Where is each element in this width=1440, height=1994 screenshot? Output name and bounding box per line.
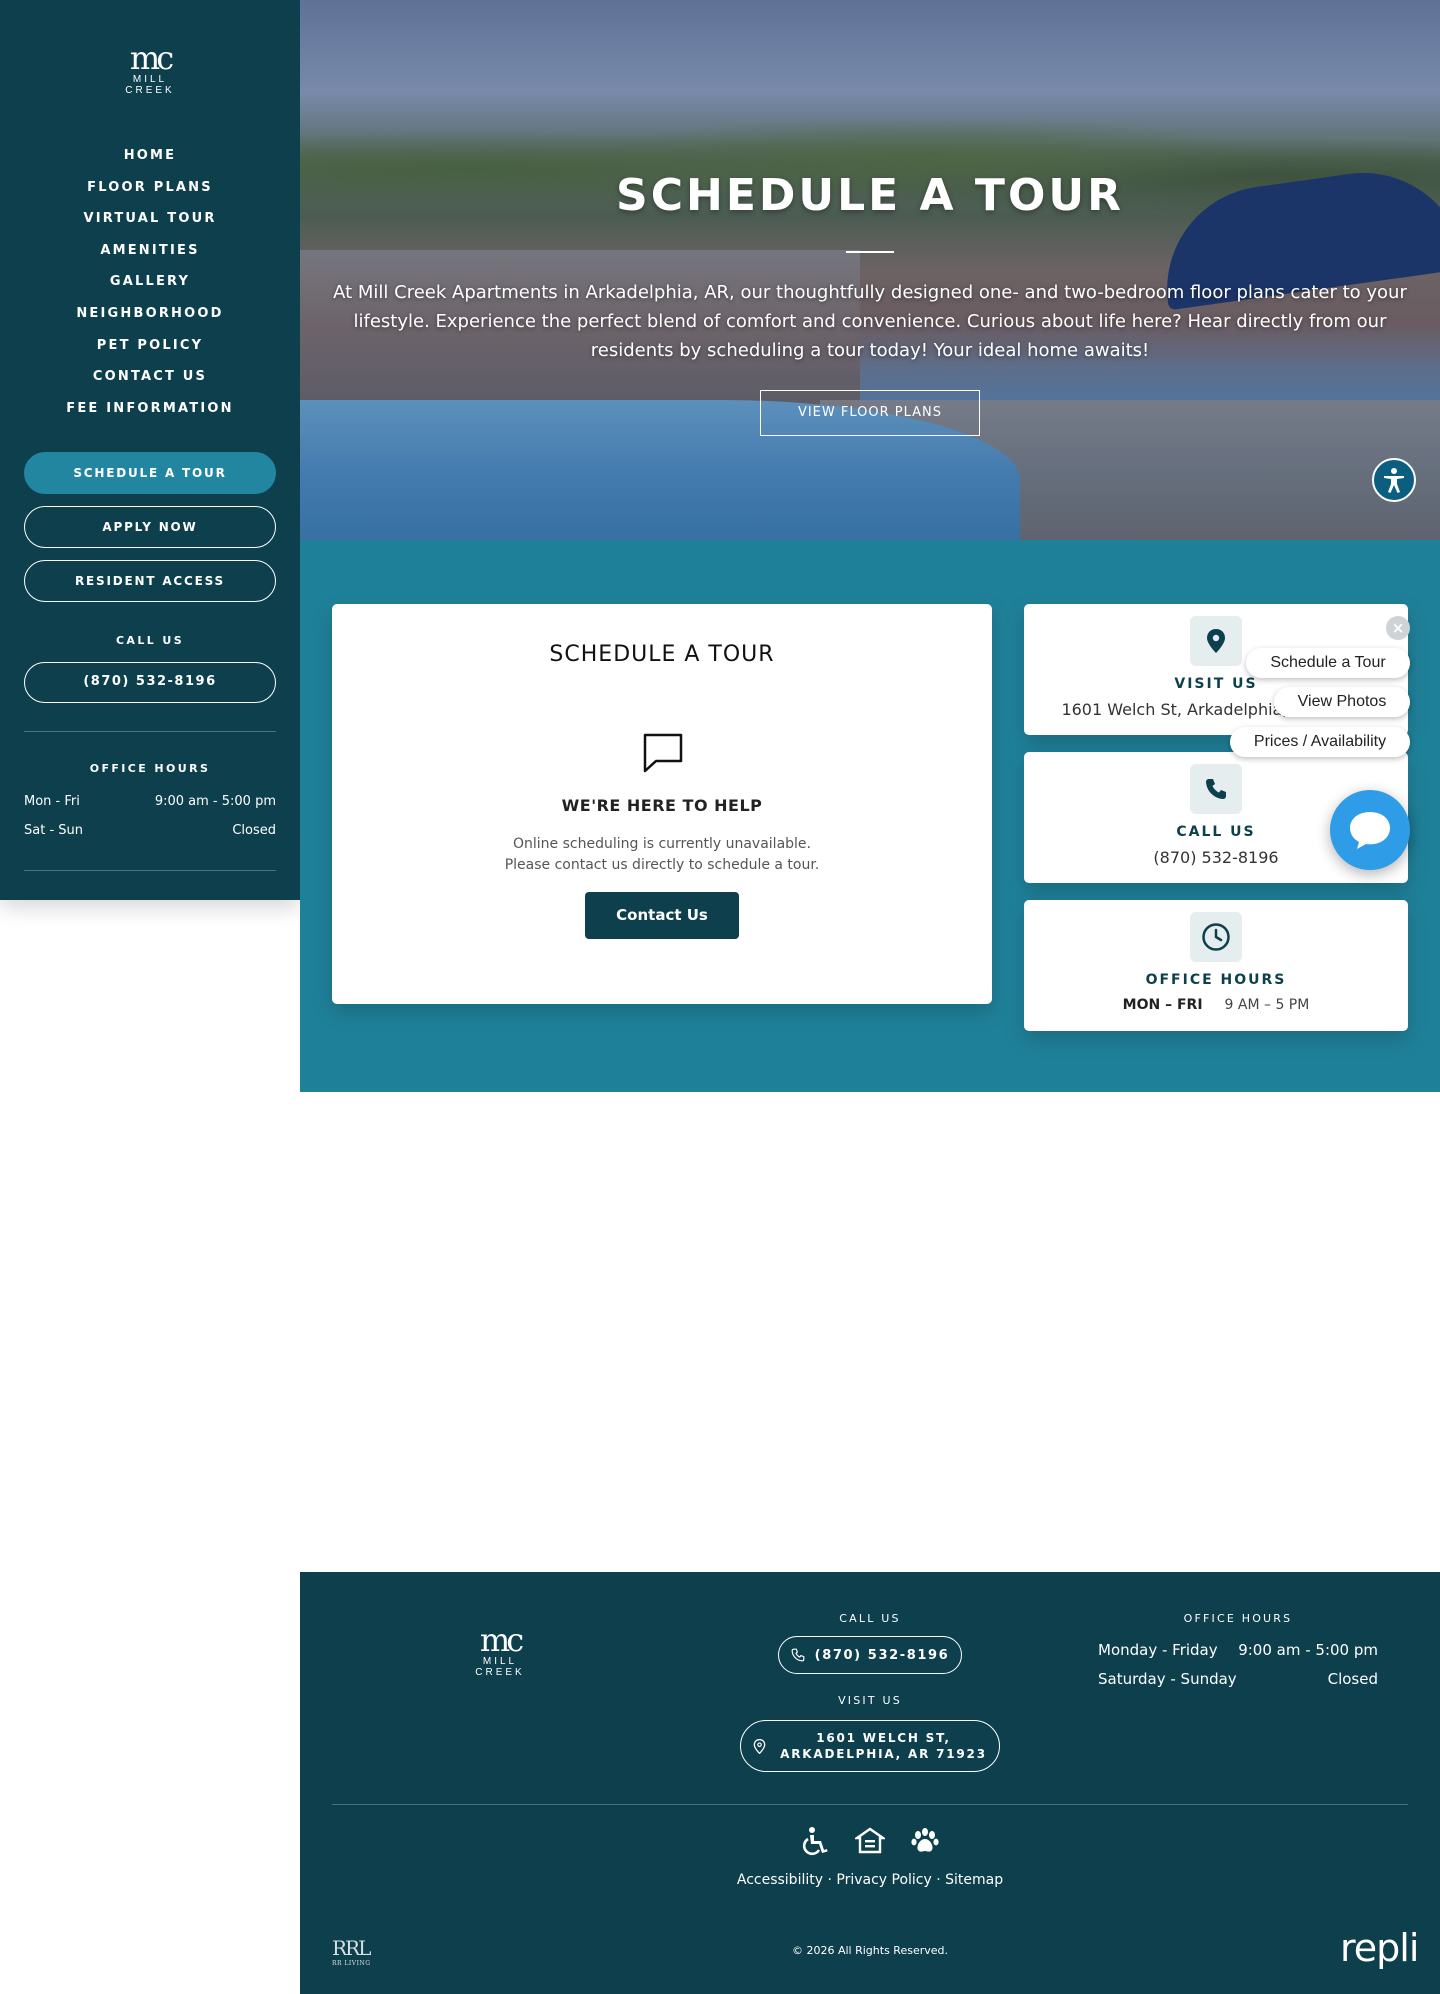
office-hours-time: 9 AM – 5 PM <box>1224 997 1310 1013</box>
card-message-line: Online scheduling is currently unavailab… <box>513 836 811 852</box>
link-separator: · <box>936 1872 941 1888</box>
nav-neighborhood[interactable]: NEIGHBORHOOD <box>0 302 300 334</box>
footer-logo[interactable]: mc MILL CREEK <box>400 1624 600 1678</box>
office-hours-days: MON – FRI <box>1122 997 1203 1013</box>
sidebar-phone-button[interactable]: (870) 532-8196 <box>24 662 276 703</box>
footer-links: Accessibility · Privacy Policy · Sitemap <box>300 1872 1440 1888</box>
wheelchair-icon <box>802 1827 828 1856</box>
card-heading: WE'RE HERE TO HELP <box>561 796 763 815</box>
tour-section: SCHEDULE A TOUR WE'RE HERE TO HELP Onlin… <box>300 540 1440 1092</box>
chat-bubble-icon <box>642 732 684 778</box>
footer-address-button[interactable]: 1601 WELCH ST, ARKADELPHIA, AR 71923 <box>740 1720 1000 1772</box>
schedule-tour-card: SCHEDULE A TOUR WE'RE HERE TO HELP Onlin… <box>332 604 992 1004</box>
widget-schedule-tour[interactable]: Schedule a Tour <box>1246 648 1410 678</box>
hero-description: At Mill Creek Apartments in Arkadelphia,… <box>333 282 1407 361</box>
footer-address-line: ARKADELPHIA, AR 71923 <box>780 1747 987 1761</box>
hours-time: Closed <box>232 823 276 838</box>
footer-hours-day: Monday - Friday <box>1098 1641 1218 1659</box>
nav-pet-policy[interactable]: PET POLICY <box>0 334 300 366</box>
call-us-label: CALL US <box>115 634 185 647</box>
resident-access-button[interactable]: RESIDENT ACCESS <box>24 560 276 602</box>
hours-time: 9:00 am - 5:00 pm <box>154 794 276 809</box>
privacy-policy-link[interactable]: Privacy Policy <box>836 1872 931 1888</box>
hours-day: Mon - Fri <box>24 794 80 809</box>
sidebar-divider <box>24 731 276 732</box>
nav-fee-information[interactable]: FEE INFORMATION <box>0 397 300 429</box>
sidebar: mc MILL CREEK HOME FLOOR PLANS VIRTUAL T… <box>0 0 300 900</box>
logo-line-2: CREEK <box>475 1667 525 1678</box>
sidebar-divider <box>24 870 276 871</box>
nav-amenities[interactable]: AMENITIES <box>0 239 300 271</box>
equal-housing-icon <box>855 1827 885 1854</box>
nav-floor-plans[interactable]: FLOOR PLANS <box>0 176 300 208</box>
paw-icon <box>911 1828 939 1852</box>
chat-icon <box>1350 812 1390 849</box>
copyright: © 2026 All Rights Reserved. <box>791 1944 948 1957</box>
hours-day: Sat - Sun <box>24 823 84 838</box>
hero-rule <box>846 251 894 253</box>
contact-us-button[interactable]: Contact Us <box>585 892 739 939</box>
close-widget-button[interactable]: × <box>1386 616 1410 640</box>
office-hours-label: OFFICE HOURS <box>89 762 211 775</box>
clock-icon <box>1190 912 1242 962</box>
footer-hours-row: Saturday - Sunday Closed <box>1098 1670 1378 1688</box>
phone-icon <box>791 1648 805 1662</box>
footer-hours-row: Monday - Friday 9:00 am - 5:00 pm <box>1098 1641 1378 1659</box>
card-message: Online scheduling is currently unavailab… <box>332 834 992 876</box>
footer-visit-label: VISIT US <box>838 1694 902 1707</box>
footer-phone-text: (870) 532-8196 <box>814 1647 950 1663</box>
link-separator: · <box>827 1872 832 1888</box>
footer-call-label: CALL US <box>839 1612 901 1625</box>
footer-hours-label: OFFICE HOURS <box>1183 1612 1293 1625</box>
card-message-line: Please contact us directly to schedule a… <box>504 857 820 873</box>
office-hours-value: MON – FRI 9 AM – 5 PM <box>1024 997 1408 1013</box>
main-nav: HOME FLOOR PLANS VIRTUAL TOUR AMENITIES … <box>0 144 300 428</box>
map-pin-icon <box>753 1738 766 1754</box>
accessibility-button[interactable] <box>1372 458 1416 502</box>
logo-monogram: mc <box>479 1621 524 1659</box>
map-pin-icon <box>1190 616 1242 666</box>
logo-line-1: MILL <box>482 1656 518 1667</box>
nav-virtual-tour[interactable]: VIRTUAL TOUR <box>0 207 300 239</box>
footer-badges <box>800 1826 940 1856</box>
card-title: SCHEDULE A TOUR <box>549 642 775 667</box>
rr-living-text: RR LIVING <box>332 1960 371 1967</box>
sitemap-link[interactable]: Sitemap <box>945 1872 1003 1888</box>
footer-hours-time: Closed <box>1327 1670 1378 1688</box>
logo-line-1: MILL <box>132 74 168 85</box>
hero-overlay <box>300 0 1440 540</box>
nav-contact-us[interactable]: CONTACT US <box>0 365 300 397</box>
nav-gallery[interactable]: GALLERY <box>0 270 300 302</box>
footer-address-text: 1601 WELCH ST, ARKADELPHIA, AR 71923 <box>780 1730 987 1762</box>
footer-hours-day: Saturday - Sunday <box>1098 1670 1237 1688</box>
office-hours-label: OFFICE HOURS <box>1145 972 1287 988</box>
phone-icon <box>1190 764 1242 814</box>
chat-launcher-button[interactable] <box>1330 790 1410 870</box>
schedule-tour-button[interactable]: SCHEDULE A TOUR <box>24 452 276 494</box>
logo-line-2: CREEK <box>125 85 175 96</box>
office-hours-card: OFFICE HOURS MON – FRI 9 AM – 5 PM <box>1024 900 1408 1031</box>
repli-logo[interactable]: repli <box>1340 1926 1419 1970</box>
site-logo[interactable]: mc MILL CREEK <box>0 42 300 96</box>
hours-row: Sat - Sun Closed <box>24 823 276 838</box>
accessibility-icon <box>1384 468 1404 493</box>
footer-hours-time: 9:00 am - 5:00 pm <box>1238 1641 1378 1659</box>
view-floor-plans-button[interactable]: VIEW FLOOR PLANS <box>760 390 980 436</box>
footer-address-line: 1601 WELCH ST, <box>816 1731 951 1745</box>
hero-banner: SCHEDULE A TOUR At Mill Creek Apartments… <box>300 0 1440 540</box>
widget-prices-availability[interactable]: Prices / Availability <box>1230 727 1410 757</box>
site-footer: mc MILL CREEK CALL US (870) 532-8196 VIS… <box>300 1572 1440 1994</box>
footer-divider <box>332 1804 1408 1805</box>
accessibility-link[interactable]: Accessibility <box>737 1872 823 1888</box>
apply-now-button[interactable]: APPLY NOW <box>24 506 276 548</box>
nav-home[interactable]: HOME <box>0 144 300 176</box>
hero-title: SCHEDULE A TOUR <box>616 170 1124 221</box>
widget-view-photos[interactable]: View Photos <box>1274 687 1410 717</box>
footer-phone-button[interactable]: (870) 532-8196 <box>778 1636 962 1674</box>
logo-monogram: mc <box>129 39 174 77</box>
hours-row: Mon - Fri 9:00 am - 5:00 pm <box>24 794 276 809</box>
